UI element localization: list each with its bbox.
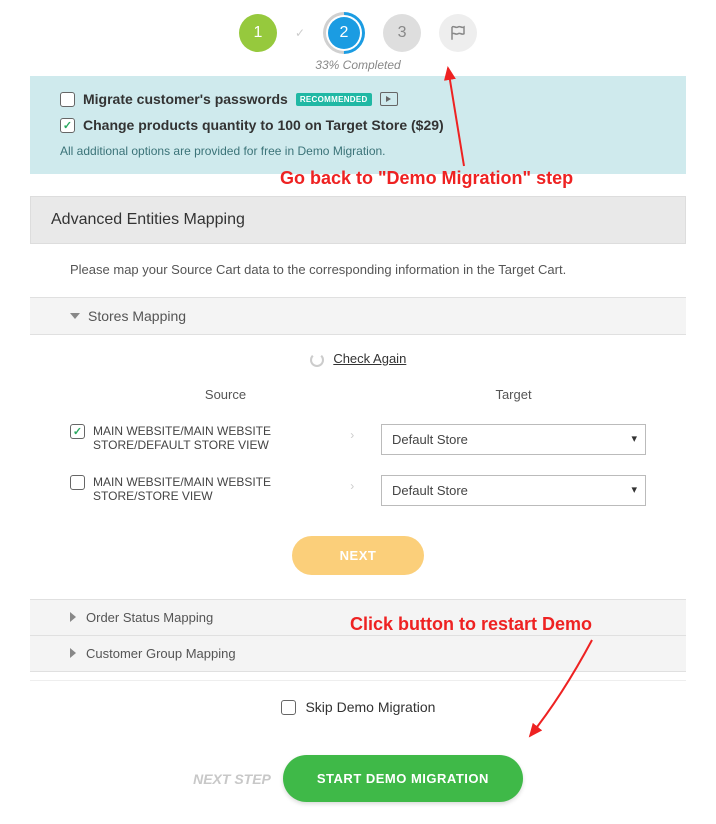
mapping-row: MAIN WEBSITE/MAIN WEBSITE STORE/DEFAULT …: [30, 414, 686, 465]
source-name: MAIN WEBSITE/MAIN WEBSITE STORE/DEFAULT …: [93, 424, 323, 452]
stores-mapping-label: Stores Mapping: [88, 308, 186, 324]
caret-down-icon: [70, 313, 80, 319]
checkbox-change-qty[interactable]: [60, 118, 75, 133]
skip-label: Skip Demo Migration: [305, 699, 435, 715]
option-migrate-passwords[interactable]: Migrate customer's passwords RECOMMENDED: [60, 86, 656, 112]
option-label: Migrate customer's passwords: [83, 91, 288, 107]
video-icon[interactable]: [380, 92, 398, 106]
step-finish-flag-icon[interactable]: [439, 14, 477, 52]
free-options-note: All additional options are provided for …: [60, 138, 656, 158]
skip-checkbox[interactable]: [281, 700, 296, 715]
customer-group-mapping-header[interactable]: Customer Group Mapping: [30, 635, 686, 672]
stores-mapping-header[interactable]: Stores Mapping: [30, 297, 686, 335]
check-again-link[interactable]: Check Again: [333, 351, 406, 366]
col-target: Target: [381, 387, 646, 402]
customer-group-label: Customer Group Mapping: [86, 646, 236, 661]
option-change-qty[interactable]: Change products quantity to 100 on Targe…: [60, 112, 656, 138]
footer: NEXT STEP START DEMO MIGRATION: [30, 733, 686, 824]
option-label: Change products quantity to 100 on Targe…: [83, 117, 444, 133]
step-1-check-icon: ✓: [295, 26, 305, 40]
row-checkbox[interactable]: [70, 475, 85, 490]
target-select[interactable]: Default Store: [381, 424, 646, 455]
step-3[interactable]: 3: [383, 14, 421, 52]
skip-demo-row[interactable]: Skip Demo Migration: [30, 680, 686, 734]
target-select[interactable]: Default Store: [381, 475, 646, 506]
mapping-row: MAIN WEBSITE/MAIN WEBSITE STORE/STORE VI…: [30, 465, 686, 516]
source-name: MAIN WEBSITE/MAIN WEBSITE STORE/STORE VI…: [93, 475, 323, 503]
section-description: Please map your Source Cart data to the …: [30, 244, 686, 297]
order-status-mapping-header[interactable]: Order Status Mapping: [30, 599, 686, 635]
mapping-column-headers: Source Target: [30, 383, 686, 414]
order-status-label: Order Status Mapping: [86, 610, 213, 625]
arrow-icon: ›: [323, 424, 381, 442]
progress-stepper: 1 ✓ 2 3: [0, 0, 716, 58]
checkbox-migrate-passwords[interactable]: [60, 92, 75, 107]
progress-text: 33% Completed: [0, 58, 716, 72]
spinner-icon: [310, 353, 324, 367]
caret-right-icon: [70, 648, 76, 658]
section-advanced-mapping: Advanced Entities Mapping: [30, 196, 686, 244]
start-demo-button[interactable]: START DEMO MIGRATION: [283, 755, 523, 802]
step-2[interactable]: 2: [323, 12, 365, 54]
col-source: Source: [70, 387, 381, 402]
row-checkbox[interactable]: [70, 424, 85, 439]
next-step-label: NEXT STEP: [193, 771, 271, 787]
step-1[interactable]: 1: [239, 14, 277, 52]
options-panel: Migrate customer's passwords RECOMMENDED…: [30, 76, 686, 174]
arrow-icon: ›: [323, 475, 381, 493]
next-button[interactable]: NEXT: [292, 536, 425, 575]
caret-right-icon: [70, 612, 76, 622]
recommended-badge: RECOMMENDED: [296, 93, 372, 106]
